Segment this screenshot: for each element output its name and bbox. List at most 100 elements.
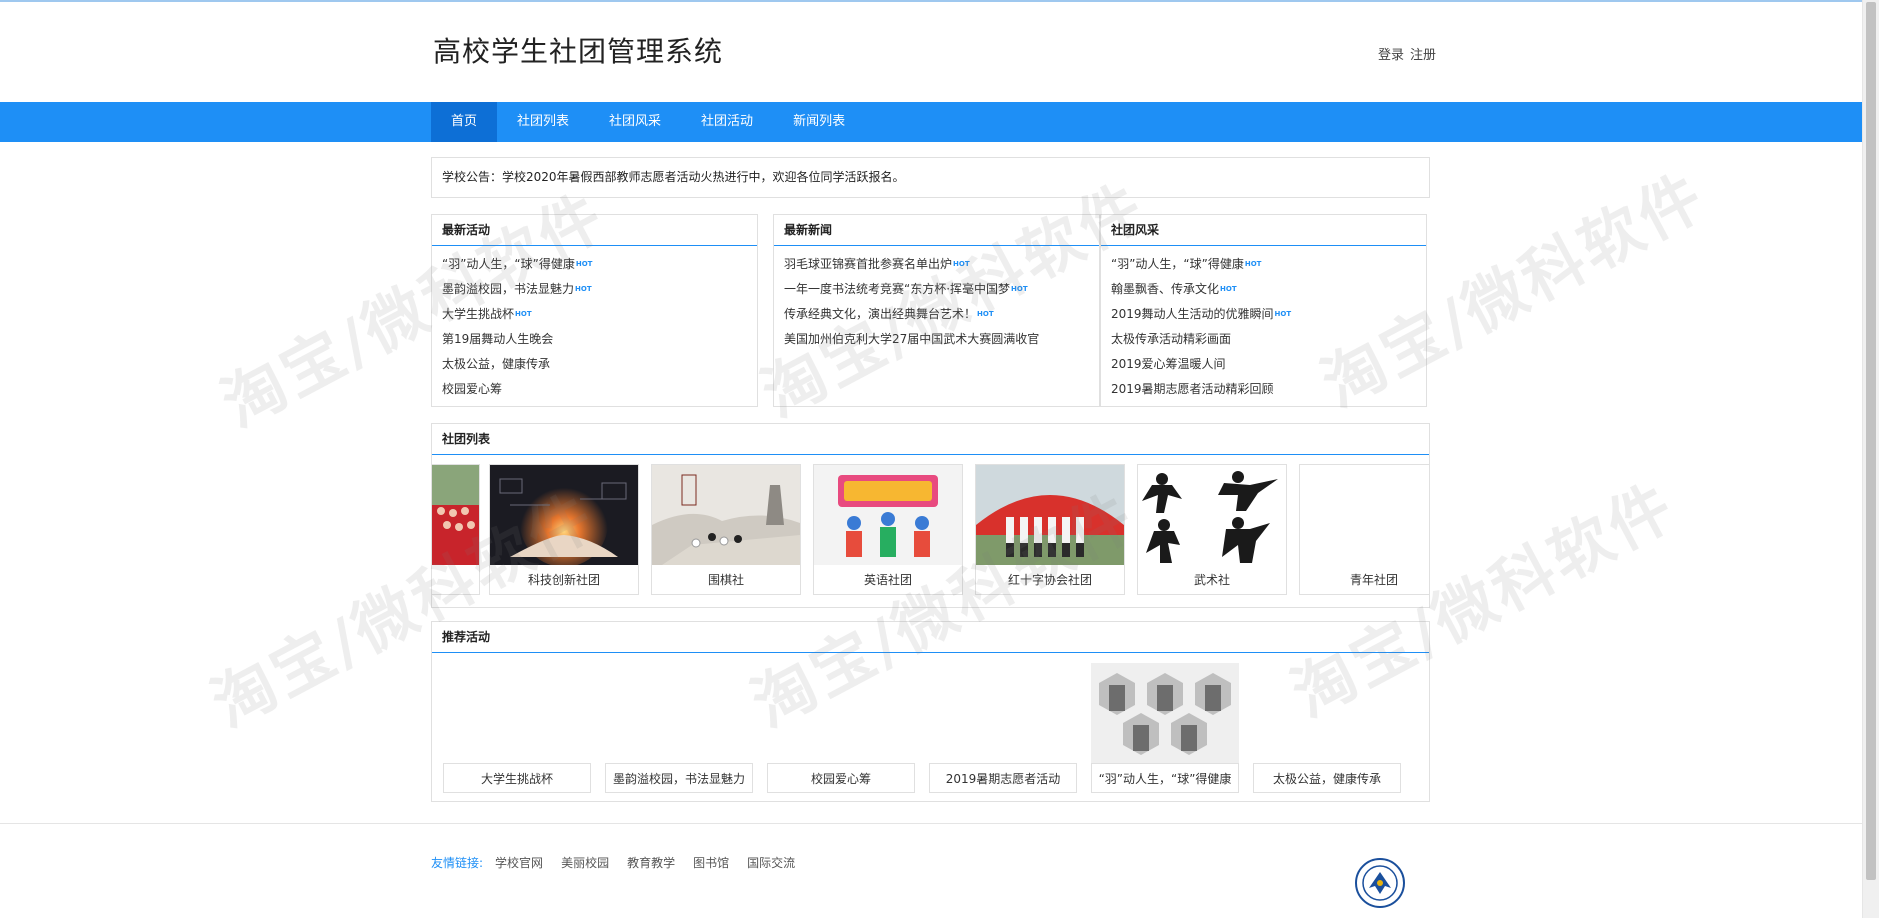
club-card[interactable]: 围棋社 xyxy=(651,464,801,595)
club-card-caption xyxy=(432,565,479,595)
friend-link-school-site[interactable]: 学校官网 xyxy=(495,854,543,871)
club-list-title: 社团列表 xyxy=(432,424,1429,455)
club-list-panel: 社团列表 科技创新社团 围棋社 英语社团 红十字协会社团 武术社 青年社团 xyxy=(431,423,1430,608)
latest-news-item[interactable]: 美国加州伯克利大学27届中国武术大赛圆满收官 xyxy=(784,327,1089,352)
activity-card-caption: “羽”动人生，“球”得健康 xyxy=(1091,763,1239,793)
club-style-item[interactable]: “羽”动人生，“球”得健康HOT xyxy=(1111,252,1416,277)
club-card-caption: 科技创新社团 xyxy=(527,573,600,587)
club-card-image xyxy=(1138,465,1286,565)
hot-badge: HOT xyxy=(575,285,592,293)
activity-card[interactable]: 2019暑期志愿者活动 xyxy=(928,662,1078,793)
latest-news-panel: 最新新闻 羽毛球亚锦赛首批参赛名单出炉HOT 一年一度书法统考竞赛“东方杯·挥毫中… xyxy=(773,214,1100,407)
hot-badge: HOT xyxy=(953,260,970,268)
recommended-activities-title: 推荐活动 xyxy=(432,622,1429,653)
friend-link-beautiful-campus[interactable]: 美丽校园 xyxy=(561,854,609,871)
latest-news-item[interactable]: 羽毛球亚锦赛首批参赛名单出炉HOT xyxy=(784,252,1089,277)
latest-news-item-text: 美国加州伯克利大学27届中国武术大赛圆满收官 xyxy=(784,332,1040,346)
latest-activity-item-text: 大学生挑战杯 xyxy=(442,307,515,321)
auth-links: 登录 注册 xyxy=(1378,44,1436,63)
activity-card-image xyxy=(929,663,1077,763)
latest-activity-item[interactable]: 第19届舞动人生晚会 xyxy=(442,327,747,352)
activity-card-caption: 2019暑期志愿者活动 xyxy=(929,763,1077,793)
activity-card[interactable]: 校园爱心筹 xyxy=(766,662,916,793)
header: 高校学生社团管理系统 登录 注册 xyxy=(0,0,1862,102)
club-style-item-text: 2019爱心筹温暖人间 xyxy=(1111,357,1226,371)
latest-activity-item[interactable]: 太极公益，健康传承 xyxy=(442,352,747,377)
club-style-item[interactable]: 2019爱心筹温暖人间 xyxy=(1111,352,1416,377)
latest-activity-item-text: 墨韵溢校园，书法显魅力 xyxy=(442,282,575,296)
login-link[interactable]: 登录 xyxy=(1378,48,1404,63)
footer-divider xyxy=(0,823,1862,824)
club-card-image xyxy=(976,465,1124,565)
latest-news-item[interactable]: 传承经典文化，演出经典舞台艺术！HOT xyxy=(784,302,1089,327)
friend-link-international[interactable]: 国际交流 xyxy=(747,854,795,871)
register-link[interactable]: 注册 xyxy=(1410,48,1436,63)
hot-badge: HOT xyxy=(1220,285,1237,293)
activity-card-image xyxy=(443,663,591,763)
club-card-caption: 武术社 xyxy=(1193,573,1230,587)
main-nav: 首页 社团列表 社团风采 社团活动 新闻列表 xyxy=(431,102,865,142)
nav-item-home[interactable]: 首页 xyxy=(431,102,498,142)
club-carousel[interactable]: 科技创新社团 围棋社 英语社团 红十字协会社团 武术社 青年社团 xyxy=(432,464,1429,604)
club-card[interactable] xyxy=(432,464,480,595)
latest-activities-title: 最新活动 xyxy=(432,215,757,246)
friend-link-library[interactable]: 图书馆 xyxy=(693,854,729,871)
nav-item-news-list[interactable]: 新闻列表 xyxy=(773,102,865,142)
club-card-image xyxy=(1300,465,1429,565)
page-scrollbar[interactable] xyxy=(1862,0,1879,918)
club-card[interactable]: 英语社团 xyxy=(813,464,963,595)
latest-activities-list: “羽”动人生，“球”得健康HOT 墨韵溢校园，书法显魅力HOT 大学生挑战杯HOT 第… xyxy=(432,246,757,402)
club-style-item-text: 翰墨飘香、传承文化 xyxy=(1111,282,1220,296)
club-card-caption: 红十字协会社团 xyxy=(1007,573,1092,587)
club-style-item-text: 2019舞动人生活动的优雅瞬间 xyxy=(1111,307,1274,321)
activity-card-image xyxy=(1091,663,1239,763)
activity-card-caption: 墨韵溢校园，书法显魅力 xyxy=(605,763,753,793)
latest-activity-item[interactable]: 校园爱心筹 xyxy=(442,377,747,402)
activity-card[interactable]: 太极公益，健康传承 xyxy=(1252,662,1402,793)
latest-news-item-text: 传承经典文化，演出经典舞台艺术！ xyxy=(784,307,977,321)
club-style-item-text: 太极传承活动精彩画面 xyxy=(1111,332,1232,346)
latest-activity-item-text: 第19届舞动人生晚会 xyxy=(442,332,554,346)
nav-item-club-list[interactable]: 社团列表 xyxy=(497,102,589,142)
latest-activity-item-text: 校园爱心筹 xyxy=(442,382,503,396)
school-seal-logo xyxy=(1355,858,1405,908)
club-style-item[interactable]: 太极传承活动精彩画面 xyxy=(1111,327,1416,352)
club-card-image xyxy=(814,465,962,565)
hot-badge: HOT xyxy=(977,310,994,318)
club-card[interactable]: 红十字协会社团 xyxy=(975,464,1125,595)
latest-activity-item-text: 太极公益，健康传承 xyxy=(442,357,551,371)
club-card[interactable]: 武术社 xyxy=(1137,464,1287,595)
scrollbar-thumb[interactable] xyxy=(1866,2,1876,880)
activity-card[interactable]: 大学生挑战杯 xyxy=(442,662,592,793)
hot-badge: HOT xyxy=(1011,285,1028,293)
friend-link-education[interactable]: 教育教学 xyxy=(627,854,675,871)
hot-badge: HOT xyxy=(1244,260,1262,268)
club-card[interactable]: 青年社团 xyxy=(1299,464,1429,595)
site-title: 高校学生社团管理系统 xyxy=(433,35,724,68)
club-style-item-text: “羽”动人生，“球”得健康 xyxy=(1111,257,1244,271)
latest-activity-item[interactable]: 墨韵溢校园，书法显魅力HOT xyxy=(442,277,747,302)
club-card-caption: 英语社团 xyxy=(863,573,912,587)
activity-card-caption: 大学生挑战杯 xyxy=(443,763,591,793)
recommended-activities-panel: 推荐活动 大学生挑战杯 墨韵溢校园，书法显魅力 校园爱心筹 2019暑期志愿者活… xyxy=(431,621,1430,802)
school-notice: 学校公告：学校2020年暑假西部教师志愿者活动火热进行中，欢迎各位同学活跃报名。 xyxy=(431,157,1430,198)
latest-activity-item[interactable]: 大学生挑战杯HOT xyxy=(442,302,747,327)
club-card[interactable]: 科技创新社团 xyxy=(489,464,639,595)
club-style-item[interactable]: 翰墨飘香、传承文化HOT xyxy=(1111,277,1416,302)
club-card-image xyxy=(652,465,800,565)
club-card-caption: 青年社团 xyxy=(1349,573,1398,587)
nav-item-club-activities[interactable]: 社团活动 xyxy=(681,102,773,142)
club-card-image xyxy=(490,465,638,565)
club-style-item[interactable]: 2019舞动人生活动的优雅瞬间HOT xyxy=(1111,302,1416,327)
activity-card[interactable]: “羽”动人生，“球”得健康 xyxy=(1090,662,1240,793)
latest-activity-item[interactable]: “羽”动人生，“球”得健康HOT xyxy=(442,252,747,277)
activity-card[interactable]: 墨韵溢校园，书法显魅力 xyxy=(604,662,754,793)
club-style-item-text: 2019暑期志愿者活动精彩回顾 xyxy=(1111,382,1274,396)
hot-badge: HOT xyxy=(515,310,532,318)
nav-item-club-style[interactable]: 社团风采 xyxy=(589,102,681,142)
recommended-carousel[interactable]: 大学生挑战杯 墨韵溢校园，书法显魅力 校园爱心筹 2019暑期志愿者活动 “羽”… xyxy=(432,662,1429,802)
latest-news-item[interactable]: 一年一度书法统考竞赛“东方杯·挥毫中国梦HOT xyxy=(784,277,1089,302)
club-style-item[interactable]: 2019暑期志愿者活动精彩回顾 xyxy=(1111,377,1416,402)
latest-news-item-text: 一年一度书法统考竞赛“东方杯·挥毫中国梦 xyxy=(784,282,1011,296)
activity-card-image xyxy=(605,663,753,763)
